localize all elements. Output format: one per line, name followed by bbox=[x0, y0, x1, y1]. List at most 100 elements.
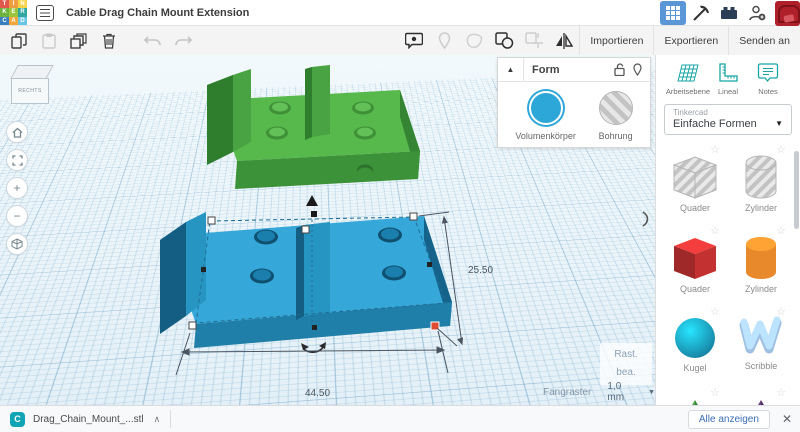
view-cube[interactable]: RECHTS bbox=[10, 63, 56, 109]
view-cube-front-face[interactable]: RECHTS bbox=[11, 78, 49, 104]
edit-toolbar: Importieren Exportieren Senden an bbox=[0, 26, 800, 55]
shape-label: Kugel bbox=[683, 363, 706, 373]
collapse-panel-button[interactable]: ▲ bbox=[498, 58, 524, 82]
scale-handle[interactable] bbox=[208, 217, 215, 224]
notes-tool[interactable]: Notes bbox=[748, 61, 788, 96]
scale-handle[interactable] bbox=[410, 213, 417, 220]
favorite-star-icon[interactable]: ☆ bbox=[710, 305, 720, 318]
edge-handle[interactable] bbox=[312, 325, 317, 330]
shape-item-zylinder[interactable]: ☆ Zylinder bbox=[728, 141, 794, 220]
ruler-label: Lineal bbox=[718, 87, 738, 96]
shape-label: Quader bbox=[680, 203, 710, 213]
sidebar-scrollbar[interactable] bbox=[794, 151, 799, 229]
favorite-star-icon[interactable]: ☆ bbox=[776, 224, 786, 237]
send-to-button[interactable]: Senden an bbox=[728, 26, 800, 55]
dropdown-category: Tinkercad bbox=[673, 108, 783, 117]
lego-brick-icon bbox=[720, 6, 738, 20]
workplane-label: Arbeitsebene bbox=[666, 87, 710, 96]
show-all-button[interactable] bbox=[401, 29, 427, 53]
menu-icon[interactable] bbox=[36, 5, 54, 21]
download-bar: C Drag_Chain_Mount_...stl ∧ Alle anzeige… bbox=[0, 405, 800, 432]
hole-option[interactable]: Bohrung bbox=[599, 91, 633, 141]
edit-grid-line2: bea. bbox=[600, 364, 652, 382]
close-download-bar-icon[interactable]: ✕ bbox=[782, 412, 792, 426]
fit-view-button[interactable] bbox=[6, 149, 28, 171]
shape-item-quader[interactable]: ☆ Quader bbox=[662, 141, 728, 220]
collapse-sidebar-chevron[interactable] bbox=[641, 210, 651, 228]
workplane-tool[interactable]: Arbeitsebene bbox=[668, 61, 708, 96]
group-button[interactable] bbox=[491, 29, 517, 53]
logo-letter: R bbox=[18, 8, 27, 17]
edge-handle[interactable] bbox=[201, 267, 206, 272]
user-avatar[interactable] bbox=[775, 1, 800, 26]
shape-item-zylinder[interactable]: ☆ Zylinder bbox=[728, 222, 794, 301]
zoom-out-button[interactable]: − bbox=[6, 205, 28, 227]
move-z-handle[interactable] bbox=[306, 195, 318, 206]
favorite-star-icon[interactable]: ☆ bbox=[710, 386, 720, 399]
favorite-star-icon[interactable]: ☆ bbox=[710, 143, 720, 156]
shape-item-quader[interactable]: ☆ Quader bbox=[662, 222, 728, 301]
favorite-star-icon[interactable]: ☆ bbox=[776, 305, 786, 318]
show-all-downloads-button[interactable]: Alle anzeigen bbox=[688, 410, 770, 429]
shape-label: Zylinder bbox=[745, 203, 777, 213]
ruler-tool[interactable]: Lineal bbox=[708, 61, 748, 96]
shape-item-kugel[interactable]: ☆ Kugel bbox=[662, 303, 728, 382]
export-button[interactable]: Exportieren bbox=[653, 26, 728, 55]
home-view-button[interactable] bbox=[6, 121, 28, 143]
favorite-star-icon[interactable]: ☆ bbox=[776, 386, 786, 399]
shape-item-scribble[interactable]: ☆ Scribble bbox=[728, 303, 794, 382]
height-dimension-label[interactable]: 25.50 bbox=[468, 265, 493, 276]
download-filename: Drag_Chain_Mount_...stl bbox=[33, 414, 144, 425]
blocks-grid-button[interactable] bbox=[660, 1, 686, 25]
shape-generator-button[interactable] bbox=[461, 29, 487, 53]
download-item[interactable]: C Drag_Chain_Mount_...stl ∧ bbox=[0, 406, 170, 432]
copy-button[interactable] bbox=[6, 29, 32, 53]
width-dimension-label[interactable]: 44.50 bbox=[305, 388, 330, 399]
solid-label: Volumenkörper bbox=[515, 131, 576, 141]
pin-icon[interactable] bbox=[633, 63, 642, 76]
grid-icon bbox=[666, 6, 680, 20]
pickaxe-icon bbox=[692, 4, 710, 22]
import-button[interactable]: Importieren bbox=[579, 26, 653, 55]
zoom-in-button[interactable]: + bbox=[6, 177, 28, 199]
shape-label: Quader bbox=[680, 284, 710, 294]
ruler-icon bbox=[716, 61, 740, 85]
minecraft-export-button[interactable] bbox=[688, 1, 714, 25]
duplicate-button[interactable] bbox=[66, 29, 92, 53]
delete-button[interactable] bbox=[96, 29, 122, 53]
green-bracket-model[interactable] bbox=[207, 65, 420, 189]
undo-button[interactable] bbox=[140, 29, 166, 53]
redo-button[interactable] bbox=[170, 29, 196, 53]
tinkercad-logo[interactable]: TINKERCAD bbox=[0, 0, 27, 26]
ungroup-button[interactable] bbox=[521, 29, 547, 53]
shape-item-pyramid[interactable]: ☆ bbox=[662, 384, 728, 405]
share-user-button[interactable] bbox=[744, 1, 770, 25]
logo-letter: A bbox=[9, 17, 18, 26]
shape-label: Zylinder bbox=[745, 284, 777, 294]
brick-export-button[interactable] bbox=[716, 1, 742, 25]
shape-category-dropdown[interactable]: Tinkercad Einfache Formen ▼ bbox=[664, 104, 792, 135]
notes-icon bbox=[756, 61, 780, 85]
solid-swatch[interactable] bbox=[529, 91, 563, 125]
shape-item-pyramid[interactable]: ☆ bbox=[728, 384, 794, 405]
app-header: TINKERCAD Cable Drag Chain Mount Extensi… bbox=[0, 0, 800, 26]
favorite-star-icon[interactable]: ☆ bbox=[776, 143, 786, 156]
scale-handle[interactable] bbox=[189, 322, 196, 329]
mirror-button[interactable] bbox=[551, 29, 577, 53]
solid-option[interactable]: Volumenkörper bbox=[515, 91, 576, 141]
snap-caret-icon[interactable]: ▼ bbox=[648, 389, 655, 396]
perspective-toggle-button[interactable] bbox=[6, 233, 28, 255]
favorite-star-icon[interactable]: ☆ bbox=[710, 224, 720, 237]
scale-handle[interactable] bbox=[302, 226, 309, 233]
3d-viewport[interactable]: 25.50 44.50 RECHTS + − ▲ Form Volumenkör… bbox=[0, 55, 655, 405]
unlock-icon[interactable] bbox=[614, 63, 625, 76]
download-caret-icon[interactable]: ∧ bbox=[154, 414, 161, 425]
edit-grid-button[interactable]: Rast. bea. bbox=[600, 343, 652, 385]
workplane-pin-button[interactable] bbox=[431, 29, 457, 53]
paste-button[interactable] bbox=[36, 29, 62, 53]
view-cube-top-face[interactable] bbox=[10, 65, 53, 79]
edge-handle[interactable] bbox=[427, 262, 432, 267]
snap-grid-value[interactable]: 1,0 mm bbox=[607, 381, 640, 403]
hole-swatch[interactable] bbox=[599, 91, 633, 125]
notes-label: Notes bbox=[758, 87, 778, 96]
